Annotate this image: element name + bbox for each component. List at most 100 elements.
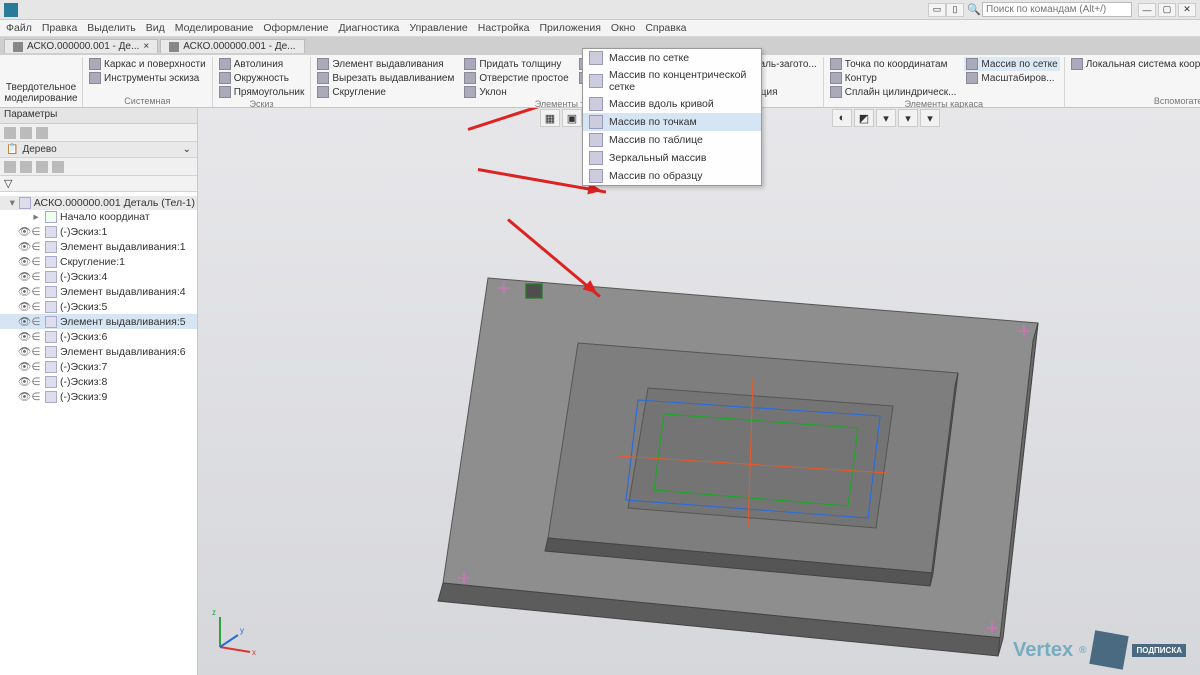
tree-item[interactable]: 👁∈Скругление:1 [0,254,197,269]
dropdown-item[interactable]: Массив вдоль кривой [583,95,761,113]
view-btn[interactable]: ▾ [898,109,918,127]
lcs-btn[interactable]: Локальная система коорд... [1069,57,1200,71]
solid-modeling-button[interactable]: Твердотельное моделирование [4,57,78,107]
sktools-btn[interactable]: Инструменты эскиза [87,71,208,85]
tree-item[interactable]: 👁∈(-)Эскиз:1 [0,224,197,239]
tool-icon[interactable] [4,127,16,139]
tree-item[interactable]: 👁∈(-)Эскиз:9 [0,389,197,404]
tree-root[interactable]: ▾АСКО.000000.001 Деталь (Тел-1) [0,196,197,210]
feature-icon [45,391,57,403]
thicken-icon [464,58,476,70]
spline-btn[interactable]: Сплайн цилиндрическ... [828,85,959,99]
autoline-btn[interactable]: Автолиния [217,57,307,71]
menu-window[interactable]: Окно [611,22,635,34]
view-btn[interactable]: ▣ [562,109,582,127]
feature-icon [45,316,57,328]
view-btn[interactable]: ▾ [920,109,940,127]
group-system-label: Системная [87,96,208,107]
draft-btn[interactable]: Уклон [462,85,570,99]
menu-file[interactable]: Файл [6,22,32,34]
array-btn[interactable]: Массив по сетке [964,57,1059,71]
doc-tab-1[interactable]: АСКО.000000.001 - Де...× [4,39,158,53]
tree-item[interactable]: 👁∈Элемент выдавливания:5 [0,314,197,329]
feature-icon [45,241,57,253]
tree-tool-icon[interactable] [4,161,16,173]
surf-btn[interactable]: Каркас и поверхности [87,57,208,71]
menu-select[interactable]: Выделить [87,22,135,34]
dropdown-item[interactable]: Массив по точкам [583,113,761,131]
menu-settings[interactable]: Настройка [478,22,530,34]
scale-icon [966,72,978,84]
view-btn[interactable]: ▦ [540,109,560,127]
view-btn[interactable]: ◐ [832,109,852,127]
layout-btn-1[interactable]: ▭ [928,3,946,17]
dropdown-item[interactable]: Зеркальный массив [583,149,761,167]
tool-icon[interactable] [20,127,32,139]
view-btn[interactable]: ◩ [854,109,874,127]
scale-btn[interactable]: Масштабиров... [964,71,1059,85]
view-btn[interactable]: ▾ [876,109,896,127]
rect-btn[interactable]: Прямоугольник [217,85,307,99]
tree-tool-icon[interactable] [36,161,48,173]
search-input[interactable] [982,2,1132,17]
feature-icon [45,331,57,343]
tree-item[interactable]: 👁∈Элемент выдавливания:6 [0,344,197,359]
dropdown-item-label: Массив по точкам [609,116,697,128]
tree-item[interactable]: 👁∈Элемент выдавливания:4 [0,284,197,299]
ribbon-aux-group: Локальная система коорд... Добавить комп… [1065,57,1200,107]
menu-apps[interactable]: Приложения [539,22,600,34]
hole-btn[interactable]: Отверстие простое [462,71,570,85]
layout-btn-2[interactable]: ▯ [946,3,964,17]
content: Параметры 📋Дерево⌄ ▽ ▾АСКО.000000.001 Де… [0,108,1200,675]
thicken-btn[interactable]: Придать толщину [462,57,570,71]
tree-item[interactable]: 👁∈Элемент выдавливания:1 [0,239,197,254]
tree-origin[interactable]: ▸Начало координат [0,210,197,224]
spline-label: Сплайн цилиндрическ... [845,87,957,98]
menu-manage[interactable]: Управление [409,22,467,34]
minimize-button[interactable]: — [1138,3,1156,17]
filter-row[interactable]: ▽ [0,176,197,192]
menu-diagnostics[interactable]: Диагностика [339,22,400,34]
dropdown-item[interactable]: Массив по таблице [583,131,761,149]
circle-btn[interactable]: Окружность [217,71,307,85]
dropdown-item[interactable]: Массив по образцу [583,167,761,185]
tree-header[interactable]: 📋Дерево⌄ [0,142,197,158]
array-type-icon [589,74,603,88]
origin-icon [45,211,57,223]
autoline-label: Автолиния [234,59,284,70]
viewport[interactable]: ▦ ▣ ◧ 🔍 ⤢ ◐ ◩ ▾ ▾ ▾ [198,108,1200,675]
menu-view[interactable]: Вид [146,22,165,34]
close-icon[interactable]: × [143,41,149,52]
tree-item[interactable]: 👁∈(-)Эскиз:7 [0,359,197,374]
point-btn[interactable]: Точка по координатам [828,57,959,71]
tool-icon[interactable] [36,127,48,139]
tree-tool-icon[interactable] [52,161,64,173]
tree-item[interactable]: 👁∈(-)Эскиз:8 [0,374,197,389]
contour-btn[interactable]: Контур [828,71,959,85]
tree-tool-icon[interactable] [20,161,32,173]
tree-item[interactable]: 👁∈(-)Эскиз:4 [0,269,197,284]
menu-help[interactable]: Справка [645,22,686,34]
feature-icon [45,256,57,268]
fillet-btn[interactable]: Скругление [315,85,456,99]
maximize-button[interactable]: ▢ [1158,3,1176,17]
ribbon-sketch-group: Автолиния Окружность Прямоугольник Эскиз [213,57,312,107]
tree-item[interactable]: 👁∈(-)Эскиз:5 [0,299,197,314]
dropdown-item[interactable]: Массив по сетке [583,49,761,67]
tree-item[interactable]: 👁∈(-)Эскиз:6 [0,329,197,344]
menu-format[interactable]: Оформление [263,22,328,34]
dropdown-item-label: Массив по концентрической сетке [609,69,755,93]
doc-tab-2[interactable]: АСКО.000000.001 - Де... [160,39,304,53]
feature-icon [45,346,57,358]
menu-edit[interactable]: Правка [42,22,77,34]
menu-modeling[interactable]: Моделирование [175,22,254,34]
app-icon [4,3,18,17]
extrude-btn[interactable]: Элемент выдавливания [315,57,456,71]
dropdown-item[interactable]: Массив по концентрической сетке [583,67,761,95]
close-button[interactable]: ✕ [1178,3,1196,17]
draft-label: Уклон [479,87,506,98]
tree-item-label: (-)Эскиз:4 [60,271,107,283]
model-view [418,228,1098,658]
doc-tab-2-label: АСКО.000000.001 - Де... [183,41,295,52]
cut-btn[interactable]: Вырезать выдавливанием [315,71,456,85]
